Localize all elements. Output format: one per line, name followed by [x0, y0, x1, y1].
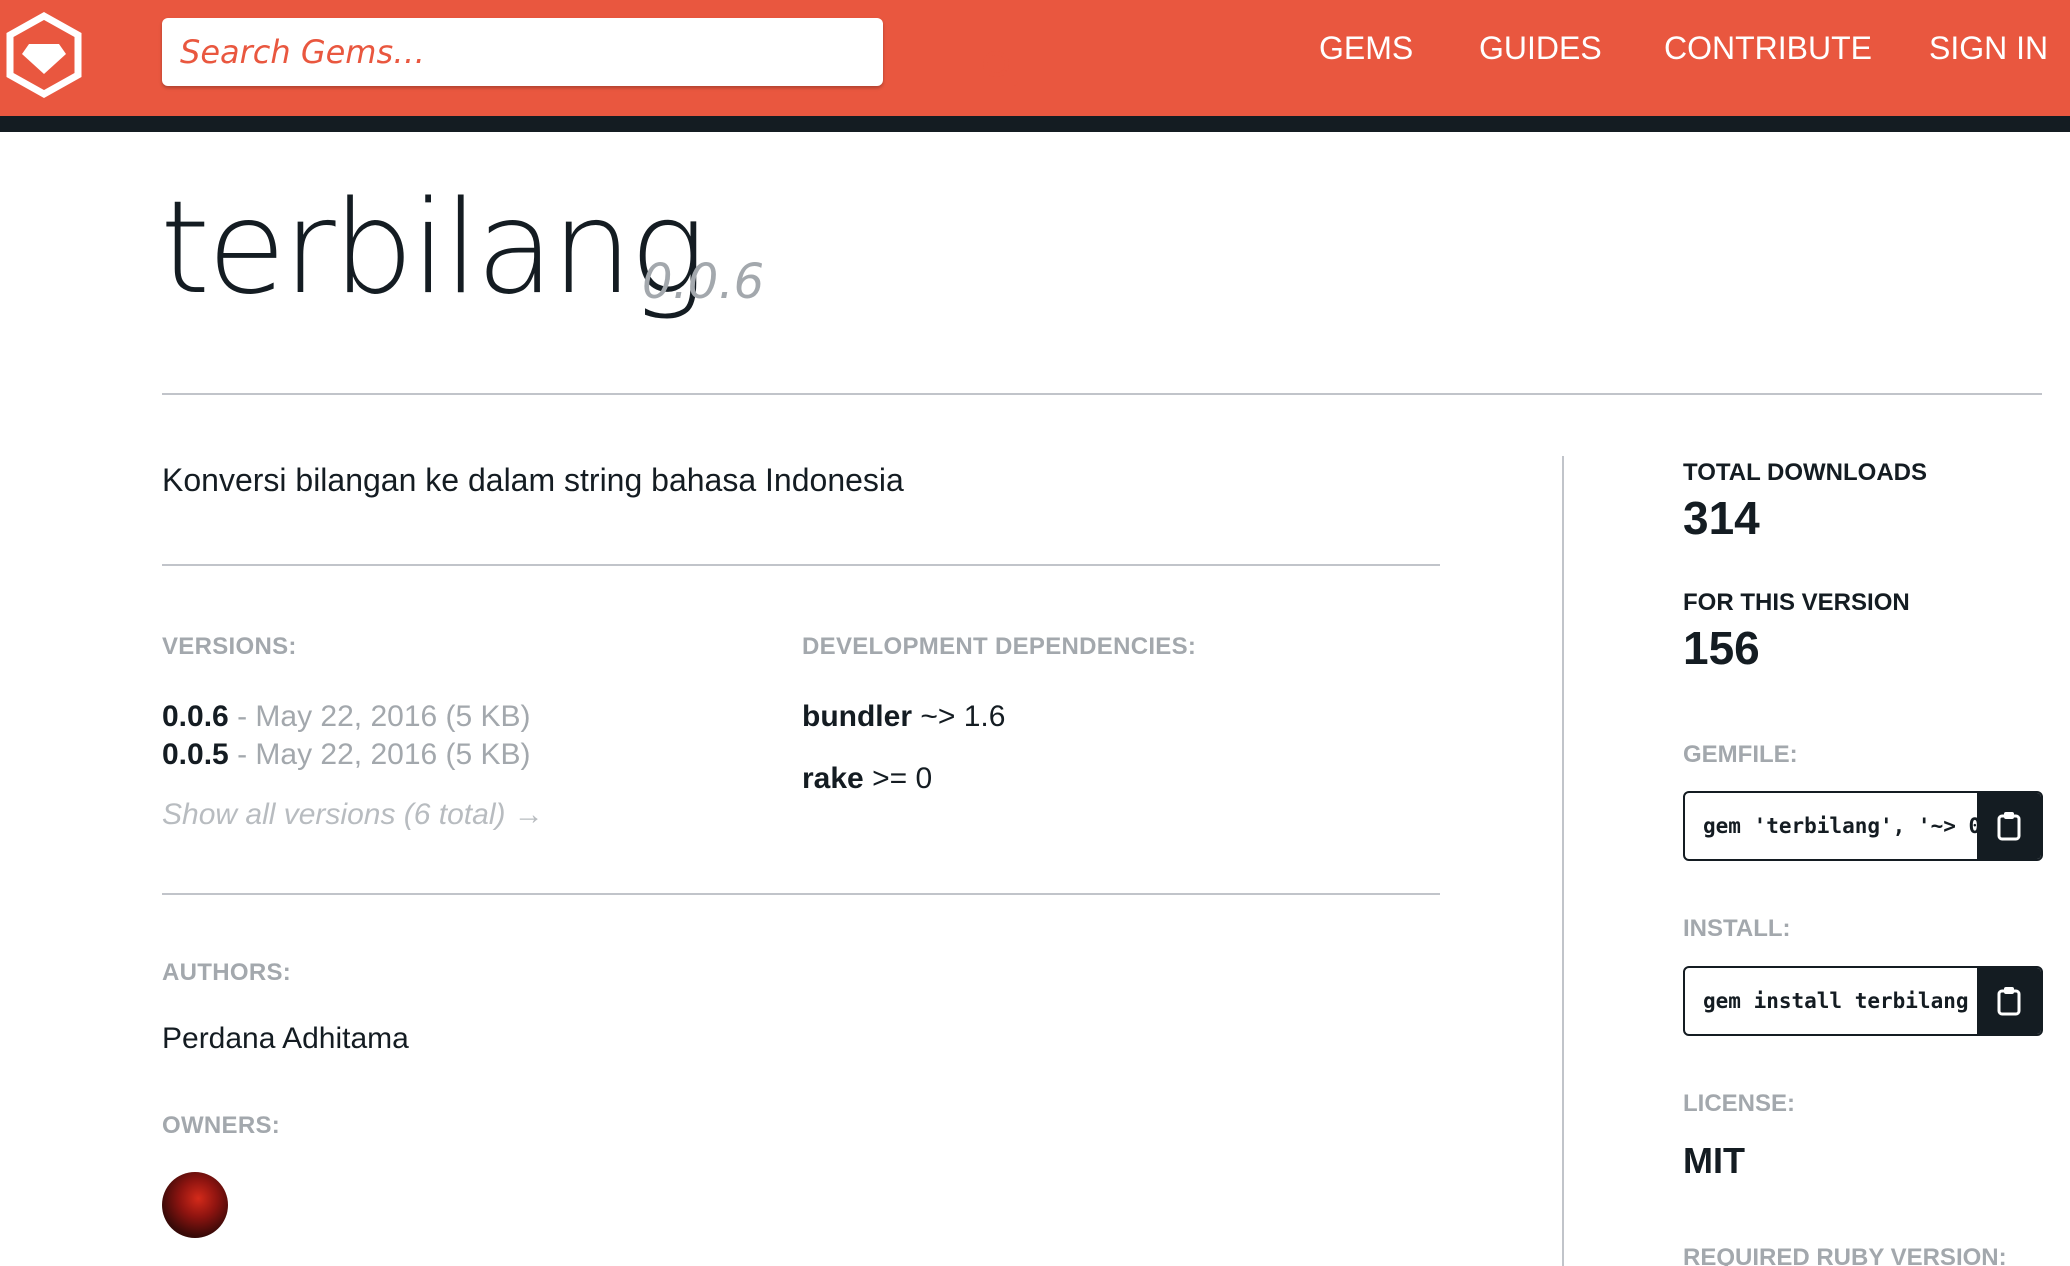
author-name: Perdana Adhitama: [162, 1022, 409, 1055]
dev-dependencies-heading: DEVELOPMENT DEPENDENCIES:: [802, 633, 1197, 660]
gemfile-field[interactable]: [1703, 793, 1983, 859]
gemfile-box: [1683, 791, 2043, 861]
description-divider: [162, 564, 1440, 566]
gem-name: terbilang: [160, 174, 706, 323]
version-link[interactable]: 0.0.6: [162, 700, 229, 733]
install-heading: INSTALL:: [1683, 915, 1791, 942]
install-field[interactable]: [1703, 968, 1983, 1034]
header-divider: [0, 116, 2070, 132]
nav-sign-in[interactable]: SIGN IN: [1929, 30, 2048, 67]
install-box: [1683, 966, 2043, 1036]
license-link[interactable]: MIT: [1683, 1140, 1745, 1182]
authors-heading: AUTHORS:: [162, 959, 292, 986]
total-downloads-label: TOTAL DOWNLOADS: [1683, 459, 1927, 486]
versions-divider: [162, 893, 1440, 895]
version-downloads-count: 156: [1683, 622, 1760, 674]
clipboard-icon: [1997, 812, 2021, 841]
search-box: [162, 18, 1018, 86]
gem-description: Konversi bilangan ke dalam string bahasa…: [162, 462, 904, 498]
clipboard-icon: [1997, 987, 2021, 1016]
dependency-link[interactable]: bundler: [802, 700, 912, 733]
rubygems-logo-icon: [6, 12, 82, 98]
version-downloads-label: FOR THIS VERSION: [1683, 589, 1910, 616]
dependency-item: rake >= 0: [802, 762, 933, 795]
total-downloads-count: 314: [1683, 492, 1760, 544]
dependency-link[interactable]: rake: [802, 762, 864, 795]
sidebar-divider: [1562, 456, 1564, 1266]
nav-contribute[interactable]: CONTRIBUTE: [1664, 30, 1872, 67]
gem-version: 0.0.6: [642, 254, 765, 310]
gemfile-copy-button[interactable]: [1977, 793, 2041, 859]
owner-avatar[interactable]: [162, 1172, 228, 1238]
owners-heading: OWNERS:: [162, 1112, 281, 1139]
site-header: GEMS GUIDES CONTRIBUTE SIGN IN: [0, 0, 2070, 116]
title-divider: [162, 393, 2042, 395]
search-input[interactable]: [180, 18, 800, 86]
version-item: 0.0.6 - May 22, 2016 (5 KB): [162, 700, 531, 733]
version-link[interactable]: 0.0.5: [162, 738, 229, 771]
show-all-versions-link[interactable]: Show all versions (6 total) →: [162, 798, 544, 832]
version-item: 0.0.5 - May 22, 2016 (5 KB): [162, 738, 531, 771]
nav-gems[interactable]: GEMS: [1319, 30, 1413, 67]
install-copy-button[interactable]: [1977, 968, 2041, 1034]
license-heading: LICENSE:: [1683, 1090, 1796, 1117]
dependency-item: bundler ~> 1.6: [802, 700, 1006, 733]
versions-heading: VERSIONS:: [162, 633, 297, 660]
gemfile-heading: GEMFILE:: [1683, 741, 1798, 768]
required-ruby-heading: REQUIRED RUBY VERSION:: [1683, 1244, 2007, 1266]
nav-guides[interactable]: GUIDES: [1479, 30, 1602, 67]
search-icon[interactable]: [980, 48, 1020, 88]
